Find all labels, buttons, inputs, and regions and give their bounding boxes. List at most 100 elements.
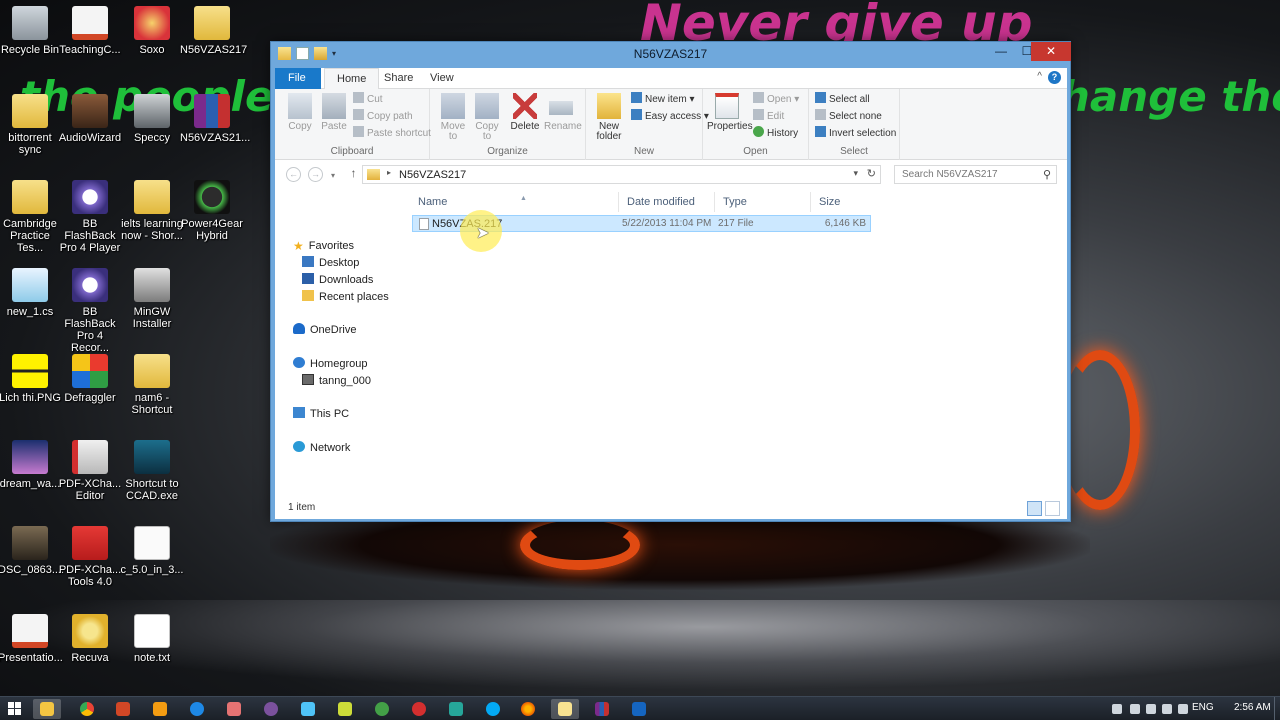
select-none-button[interactable]: Select none (815, 109, 882, 125)
history-button[interactable]: History (753, 126, 798, 142)
nav-item-onedrive[interactable]: OneDrive (293, 322, 356, 338)
taskbar-idm[interactable] (442, 699, 470, 719)
desktop-icon-recuva[interactable]: Recuva (58, 614, 122, 664)
cut-button[interactable]: Cut (353, 92, 383, 108)
desktop-icon-ielts[interactable]: ielts learning now - Shor... (120, 180, 184, 242)
desktop-icon-new-cs[interactable]: new_1.cs (0, 268, 62, 318)
desktop-icon-dsc[interactable]: DSC_0863.... (0, 526, 64, 576)
nav-item-desktop[interactable]: Desktop (302, 255, 359, 271)
desktop-icon-speccy[interactable]: Speccy (120, 94, 184, 144)
taskbar-opera[interactable] (405, 699, 433, 719)
column-header-name[interactable]: ▲ Name (410, 192, 619, 212)
desktop-icon-pdfx-editor[interactable]: PDF-XCha... Editor (58, 440, 122, 502)
desktop-icon-flashback-recorder[interactable]: BB FlashBack Pro 4 Recor... (58, 268, 122, 354)
taskbar-vlc[interactable] (146, 699, 174, 719)
taskbar-notepad[interactable] (294, 699, 322, 719)
taskbar-chrome[interactable] (73, 699, 101, 719)
column-header-type[interactable]: Type (715, 192, 811, 212)
chevron-up-icon[interactable] (1112, 704, 1122, 714)
paste-button[interactable]: Paste (317, 93, 351, 132)
desktop-icon-ccad[interactable]: Shortcut to CCAD.exe (120, 440, 184, 502)
desktop-icon-c-doc[interactable]: c_5.0_in_3... (120, 526, 184, 576)
desktop-icon-defraggler[interactable]: Defraggler (58, 354, 122, 404)
desktop-icon-soxo[interactable]: Soxo (120, 6, 184, 56)
flag-icon[interactable] (1130, 704, 1140, 714)
nav-item-recent-places[interactable]: Recent places (302, 289, 389, 305)
taskbar-ie[interactable] (183, 699, 211, 719)
desktop-icon-bittorrent-sync[interactable]: bittorrent sync (0, 94, 62, 156)
open-button[interactable]: Open ▾ (753, 92, 799, 108)
desktop-icon-recycle-bin[interactable]: Recycle Bin (0, 6, 62, 56)
desktop-icon-nam6[interactable]: nam6 - Shortcut (120, 354, 184, 416)
easy-access-button[interactable]: Easy access ▾ (631, 109, 709, 125)
start-button[interactable] (8, 702, 21, 715)
new-folder-button[interactable]: New folder (592, 93, 626, 142)
nav-item-this-pc[interactable]: This PC (293, 406, 349, 422)
desktop-icon-note[interactable]: note.txt (120, 614, 184, 664)
wifi-icon[interactable] (1162, 704, 1172, 714)
taskbar-teamviewer[interactable] (625, 699, 653, 719)
taskbar-firefox[interactable] (514, 699, 542, 719)
refresh-icon[interactable]: ↻ (867, 167, 876, 180)
desktop-icon-pdfx-tools[interactable]: PDF-XCha... Tools 4.0 (58, 526, 122, 588)
taskbar-powerpoint[interactable] (109, 699, 137, 719)
tab-file[interactable]: File (275, 68, 321, 89)
details-view-button[interactable] (1027, 501, 1042, 516)
rename-button[interactable]: Rename (544, 93, 582, 132)
nav-item-homegroup[interactable]: Homegroup (293, 356, 367, 372)
explorer-window[interactable]: ▾ N56VZAS217 — ☐ ✕ File Home Share View … (270, 41, 1071, 522)
show-desktop-button[interactable] (1274, 697, 1280, 720)
taskbar-viber[interactable] (257, 699, 285, 719)
column-header-date-modified[interactable]: Date modified (619, 192, 715, 212)
language-indicator[interactable]: ENG (1192, 702, 1214, 713)
expand-ribbon-button[interactable]: ^ (1037, 71, 1042, 84)
copy-to-button[interactable]: Copy to (470, 93, 504, 142)
nav-item-favorites[interactable]: ★ Favorites (293, 238, 354, 254)
desktop-icon-power4gear[interactable]: Power4Gear Hybrid (180, 180, 244, 242)
breadcrumb[interactable]: N56VZAS217 (399, 169, 466, 181)
desktop-icon-teaching[interactable]: TeachingC... (58, 6, 122, 56)
desktop-icon-n56vzas217-folder[interactable]: N56VZAS217 (180, 6, 247, 56)
address-dropdown-chevron-icon[interactable]: ▾ (853, 168, 858, 179)
search-input[interactable]: Search N56VZAS217 ⚲ (894, 165, 1057, 184)
desktop-icon-dream[interactable]: dream_wa... (0, 440, 62, 490)
minimize-button[interactable]: — (988, 42, 1014, 61)
nav-item-user[interactable]: tanng_000 (302, 373, 371, 389)
select-all-button[interactable]: Select all (815, 92, 870, 108)
nav-item-network[interactable]: Network (293, 440, 350, 456)
large-icons-view-button[interactable] (1045, 501, 1060, 516)
back-button[interactable]: ← (286, 167, 301, 182)
forward-button[interactable]: → (308, 167, 323, 182)
move-to-button[interactable]: Move to (436, 93, 470, 142)
desktop-icon-mingw[interactable]: MinGW Installer (120, 268, 184, 330)
copy-path-button[interactable]: Copy path (353, 109, 413, 125)
nav-item-downloads[interactable]: Downloads (302, 272, 373, 288)
address-bar[interactable]: ▸ N56VZAS217 ▾ ↻ (362, 165, 881, 184)
desktop-icon-presentation[interactable]: Presentatio... (0, 614, 63, 664)
volume-icon[interactable] (1178, 704, 1188, 714)
file-list[interactable]: ▲Name Date modified Type Size N56VZAS.21… (405, 190, 1067, 499)
taskbar-winrar[interactable] (588, 699, 616, 719)
column-header-size[interactable]: Size (811, 192, 871, 212)
edit-button[interactable]: Edit (753, 109, 784, 125)
taskbar-folder[interactable] (551, 699, 579, 719)
desktop-icon-lich-thi[interactable]: Lich thi.PNG (0, 354, 62, 404)
clock[interactable]: 2:56 AM (1234, 702, 1271, 713)
properties-button[interactable]: Properties (707, 93, 753, 132)
new-item-button[interactable]: New item ▾ (631, 92, 695, 108)
recent-locations-chevron-icon[interactable]: ▾ (328, 169, 338, 184)
desktop-icon-flashback-player[interactable]: BB FlashBack Pro 4 Player (58, 180, 122, 254)
taskbar-skype[interactable] (479, 699, 507, 719)
taskbar-file-explorer[interactable] (33, 699, 61, 719)
invert-selection-button[interactable]: Invert selection (815, 126, 896, 142)
paste-shortcut-button[interactable]: Paste shortcut (353, 126, 431, 142)
desktop-icon-cambridge[interactable]: Cambridge Practice Tes... (0, 180, 62, 254)
close-button[interactable]: ✕ (1031, 42, 1071, 61)
copy-button[interactable]: Copy (283, 93, 317, 132)
desktop-icon-n56vzas-archive[interactable]: N56VZAS21... (180, 94, 250, 144)
taskbar-app[interactable] (220, 699, 248, 719)
help-button[interactable]: ? (1048, 71, 1061, 84)
taskbar-notes[interactable] (331, 699, 359, 719)
tab-view[interactable]: View (418, 68, 466, 89)
delete-button[interactable]: Delete (508, 93, 542, 132)
